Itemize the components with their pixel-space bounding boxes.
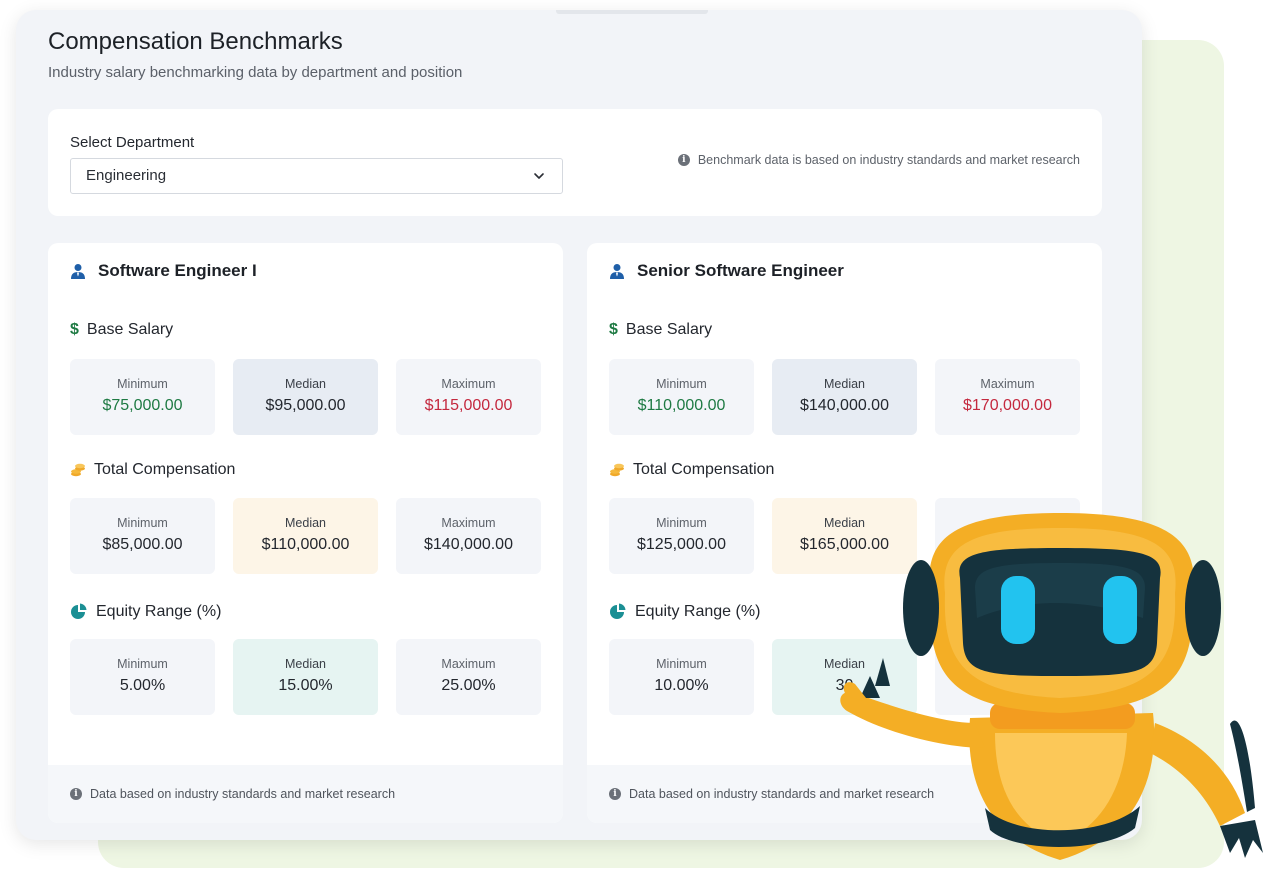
stat-value: $110,000.00 (637, 397, 726, 414)
user-tie-icon (71, 264, 85, 279)
robot-mascot-illustration (840, 513, 1263, 860)
stat-label: Minimum (656, 657, 707, 671)
base-salary-max: Maximum $170,000.00 (935, 359, 1080, 435)
footer-text: Data based on industry standards and mar… (90, 787, 396, 801)
pie-chart-icon (71, 603, 87, 619)
department-filter-card: Select Department Engineering i Benchmar… (48, 109, 1102, 216)
stat-value: $95,000.00 (265, 397, 346, 414)
equity-min: Minimum 10.00% (609, 639, 754, 715)
position-card-software-engineer-i: Software Engineer I $ Base Salary Minimu… (48, 243, 563, 823)
stat-value: $115,000.00 (424, 397, 513, 414)
benchmark-notice: i Benchmark data is based on industry st… (677, 153, 1080, 167)
stat-value: 25.00% (441, 677, 496, 694)
equity-min: Minimum 5.00% (70, 639, 215, 715)
total-comp-min: Minimum $85,000.00 (70, 498, 215, 574)
department-select[interactable]: Engineering (70, 158, 563, 194)
benchmark-notice-text: Benchmark data is based on industry stan… (697, 153, 1080, 167)
department-select-label: Select Department (70, 134, 195, 151)
equity-median: Median 15.00% (233, 639, 378, 715)
page-title: Compensation Benchmarks (48, 28, 343, 55)
page-subtitle: Industry salary benchmarking data by dep… (48, 64, 463, 81)
total-comp-section: Total Compensation (70, 461, 235, 479)
stat-value: $170,000.00 (963, 397, 1052, 414)
dollar-icon: $ (70, 321, 79, 338)
base-salary-stats: Minimum $75,000.00 Median $95,000.00 Maxim… (70, 359, 541, 435)
coins-icon (610, 463, 624, 477)
equity-heading: Equity Range (%) (635, 603, 761, 620)
stat-label: Median (824, 377, 865, 391)
stat-value: $125,000.00 (637, 536, 726, 553)
stat-label: Maximum (441, 516, 496, 530)
position-header: Software Engineer I (70, 261, 257, 281)
equity-section: Equity Range (%) (609, 603, 760, 621)
total-comp-stats: Minimum $85,000.00 Median $110,000.00 Maxi… (70, 498, 541, 574)
equity-max: Maximum 25.00% (396, 639, 541, 715)
equity-stats: Minimum 5.00% Median 15.00% Maximum 25.00% (70, 639, 541, 715)
info-icon: i (677, 154, 690, 166)
total-comp-max: Maximum $140,000.00 (396, 498, 541, 574)
panel-handle (556, 10, 708, 14)
base-salary-max: Maximum $115,000.00 (396, 359, 541, 435)
total-comp-min: Minimum $125,000.00 (609, 498, 754, 574)
stat-value: 5.00% (119, 677, 166, 694)
stat-value: 15.00% (278, 677, 333, 694)
stat-value: $140,000.00 (424, 536, 513, 553)
base-salary-heading: Base Salary (625, 321, 713, 338)
stat-label: Minimum (117, 657, 168, 671)
position-card-footer: i Data based on industry standards and m… (48, 765, 563, 823)
equity-heading: Equity Range (%) (96, 603, 222, 620)
department-select-value: Engineering (86, 167, 167, 184)
total-comp-section: Total Compensation (609, 461, 774, 479)
pie-chart-icon (610, 603, 626, 619)
stat-label: Minimum (117, 516, 168, 530)
stat-value: $85,000.00 (102, 536, 183, 553)
stat-label: Minimum (656, 377, 707, 391)
coins-icon (71, 463, 85, 477)
stat-value: $140,000.00 (800, 397, 889, 414)
stat-value: $110,000.00 (261, 536, 350, 553)
position-header: Senior Software Engineer (609, 261, 844, 281)
stat-value: 10.00% (654, 677, 709, 694)
stat-label: Maximum (441, 377, 496, 391)
dollar-icon: $ (609, 321, 618, 338)
base-salary-stats: Minimum $110,000.00 Median $140,000.00 Max… (609, 359, 1080, 435)
position-title: Software Engineer I (98, 261, 257, 280)
base-salary-min: Minimum $110,000.00 (609, 359, 754, 435)
user-tie-icon (610, 264, 624, 279)
stat-label: Median (285, 657, 326, 671)
total-comp-heading: Total Compensation (633, 461, 775, 478)
equity-section: Equity Range (%) (70, 603, 221, 621)
stat-label: Minimum (117, 377, 168, 391)
base-salary-min: Minimum $75,000.00 (70, 359, 215, 435)
info-icon: i (70, 788, 82, 800)
position-title: Senior Software Engineer (637, 261, 844, 280)
info-icon: i (609, 788, 621, 800)
stat-value: $75,000.00 (102, 397, 183, 414)
total-comp-median: Median $110,000.00 (233, 498, 378, 574)
stat-label: Median (285, 377, 326, 391)
chevron-down-icon (534, 173, 544, 179)
stat-label: Maximum (980, 377, 1035, 391)
base-salary-heading: Base Salary (86, 321, 174, 338)
base-salary-section: $ Base Salary (70, 321, 173, 339)
stat-label: Minimum (656, 516, 707, 530)
total-comp-heading: Total Compensation (94, 461, 236, 478)
base-salary-median: Median $140,000.00 (772, 359, 917, 435)
base-salary-section: $ Base Salary (609, 321, 712, 339)
stat-label: Maximum (441, 657, 496, 671)
stat-label: Median (285, 516, 326, 530)
base-salary-median: Median $95,000.00 (233, 359, 378, 435)
